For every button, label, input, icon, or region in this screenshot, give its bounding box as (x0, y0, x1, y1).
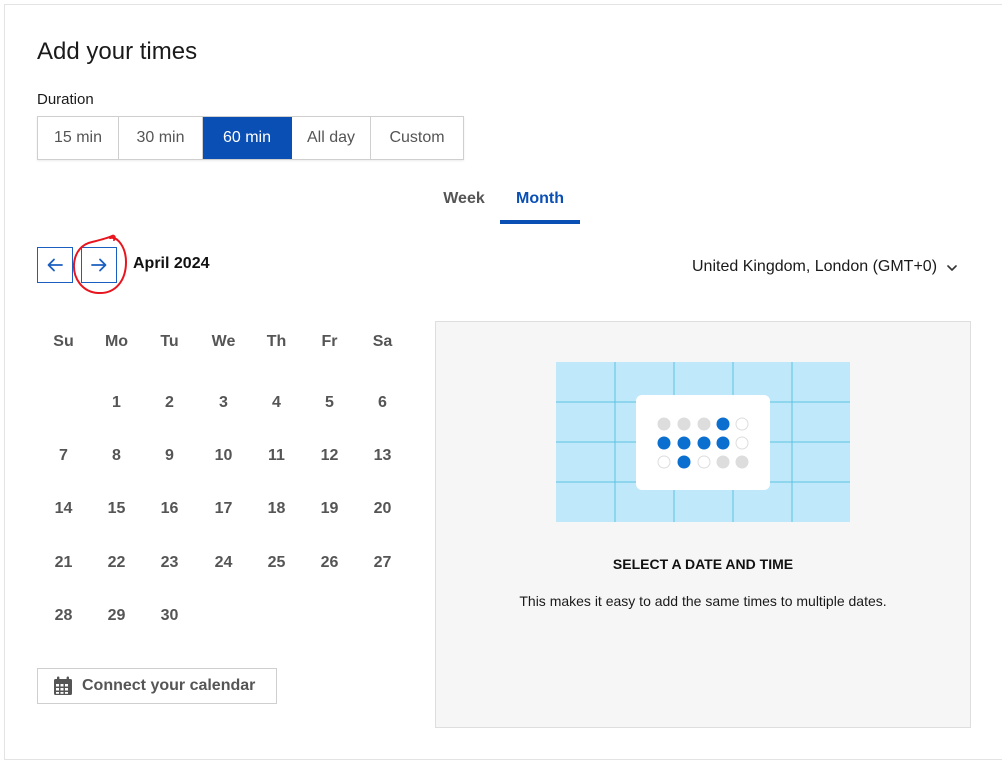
weekday-th: Th (266, 333, 287, 350)
calendar-day-23[interactable]: 23 (143, 548, 196, 578)
next-month-button[interactable] (81, 247, 117, 283)
calendar-day-22[interactable]: 22 (90, 548, 143, 578)
tab-month[interactable]: Month (500, 178, 580, 224)
calendar-day-18[interactable]: 18 (250, 494, 303, 524)
duration-label: Duration (37, 91, 94, 108)
calendar-day-11[interactable]: 11 (250, 441, 303, 471)
weekday-we: We (211, 333, 236, 350)
calendar-weekday-header: Su Mo Tu We Th Fr Sa (37, 333, 410, 353)
connect-calendar-button[interactable]: Connect your calendar (37, 668, 277, 704)
duration-all-day-button[interactable]: All day (292, 117, 371, 159)
calendar-day-7[interactable]: 7 (37, 441, 90, 471)
calendar-day-20[interactable]: 20 (356, 494, 409, 524)
calendar-day-1[interactable]: 1 (90, 388, 143, 418)
calendar-day-9[interactable]: 9 (143, 441, 196, 471)
calendar-day-29[interactable]: 29 (90, 601, 143, 631)
calendar-day-30[interactable]: 30 (143, 601, 196, 631)
calendar-day-15[interactable]: 15 (90, 494, 143, 524)
calendar-day-12[interactable]: 12 (303, 441, 356, 471)
arrow-left-icon (47, 258, 63, 272)
weekday-fr: Fr (321, 333, 338, 350)
duration-selector: 15 min 30 min 60 min All day Custom (37, 116, 464, 160)
info-text: This makes it easy to add the same times… (519, 593, 887, 609)
calendar-day-10[interactable]: 10 (197, 441, 250, 471)
calendar-day-8[interactable]: 8 (90, 441, 143, 471)
calendar-icon (54, 676, 72, 695)
chevron-down-icon (947, 264, 957, 271)
page-title: Add your times (37, 38, 198, 65)
calendar-day-16[interactable]: 16 (143, 494, 196, 524)
duration-15-min-button[interactable]: 15 min (38, 117, 119, 159)
view-tabs: Week Month (428, 178, 580, 224)
calendar-day-28[interactable]: 28 (37, 601, 90, 631)
calendar-day-5[interactable]: 5 (303, 388, 356, 418)
arrow-right-icon (91, 258, 107, 272)
calendar-day-14[interactable]: 14 (37, 494, 90, 524)
calendar-day-2[interactable]: 2 (143, 388, 196, 418)
calendar-day-19[interactable]: 19 (303, 494, 356, 524)
timezone-label: United Kingdom, London (GMT+0) (692, 258, 938, 275)
calendar-day-6[interactable]: 6 (356, 388, 409, 418)
duration-30-min-button[interactable]: 30 min (119, 117, 203, 159)
calendar-day-21[interactable]: 21 (37, 548, 90, 578)
timezone-dropdown[interactable]: United Kingdom, London (GMT+0) (692, 258, 957, 276)
calendar-day-13[interactable]: 13 (356, 441, 409, 471)
duration-custom-button[interactable]: Custom (371, 117, 463, 159)
calendar-day-26[interactable]: 26 (303, 548, 356, 578)
calendar-day-25[interactable]: 25 (250, 548, 303, 578)
select-date-info-panel: SELECT A DATE AND TIME This makes it eas… (435, 321, 971, 728)
calendar-illustration (556, 362, 850, 522)
current-month-label: April 2024 (133, 255, 210, 272)
duration-60-min-button[interactable]: 60 min (203, 117, 292, 159)
tab-week[interactable]: Week (428, 178, 500, 220)
info-title: SELECT A DATE AND TIME (612, 556, 794, 572)
calendar-day-27[interactable]: 27 (356, 548, 409, 578)
calendar-day-24[interactable]: 24 (197, 548, 250, 578)
connect-calendar-label: Connect your calendar (82, 677, 256, 694)
calendar-day-3[interactable]: 3 (197, 388, 250, 418)
previous-month-button[interactable] (37, 247, 73, 283)
weekday-sa: Sa (372, 333, 393, 350)
calendar-day-17[interactable]: 17 (197, 494, 250, 524)
calendar-day-4[interactable]: 4 (250, 388, 303, 418)
weekday-su: Su (53, 333, 74, 350)
weekday-tu: Tu (160, 333, 179, 350)
weekday-mo: Mo (104, 333, 129, 350)
